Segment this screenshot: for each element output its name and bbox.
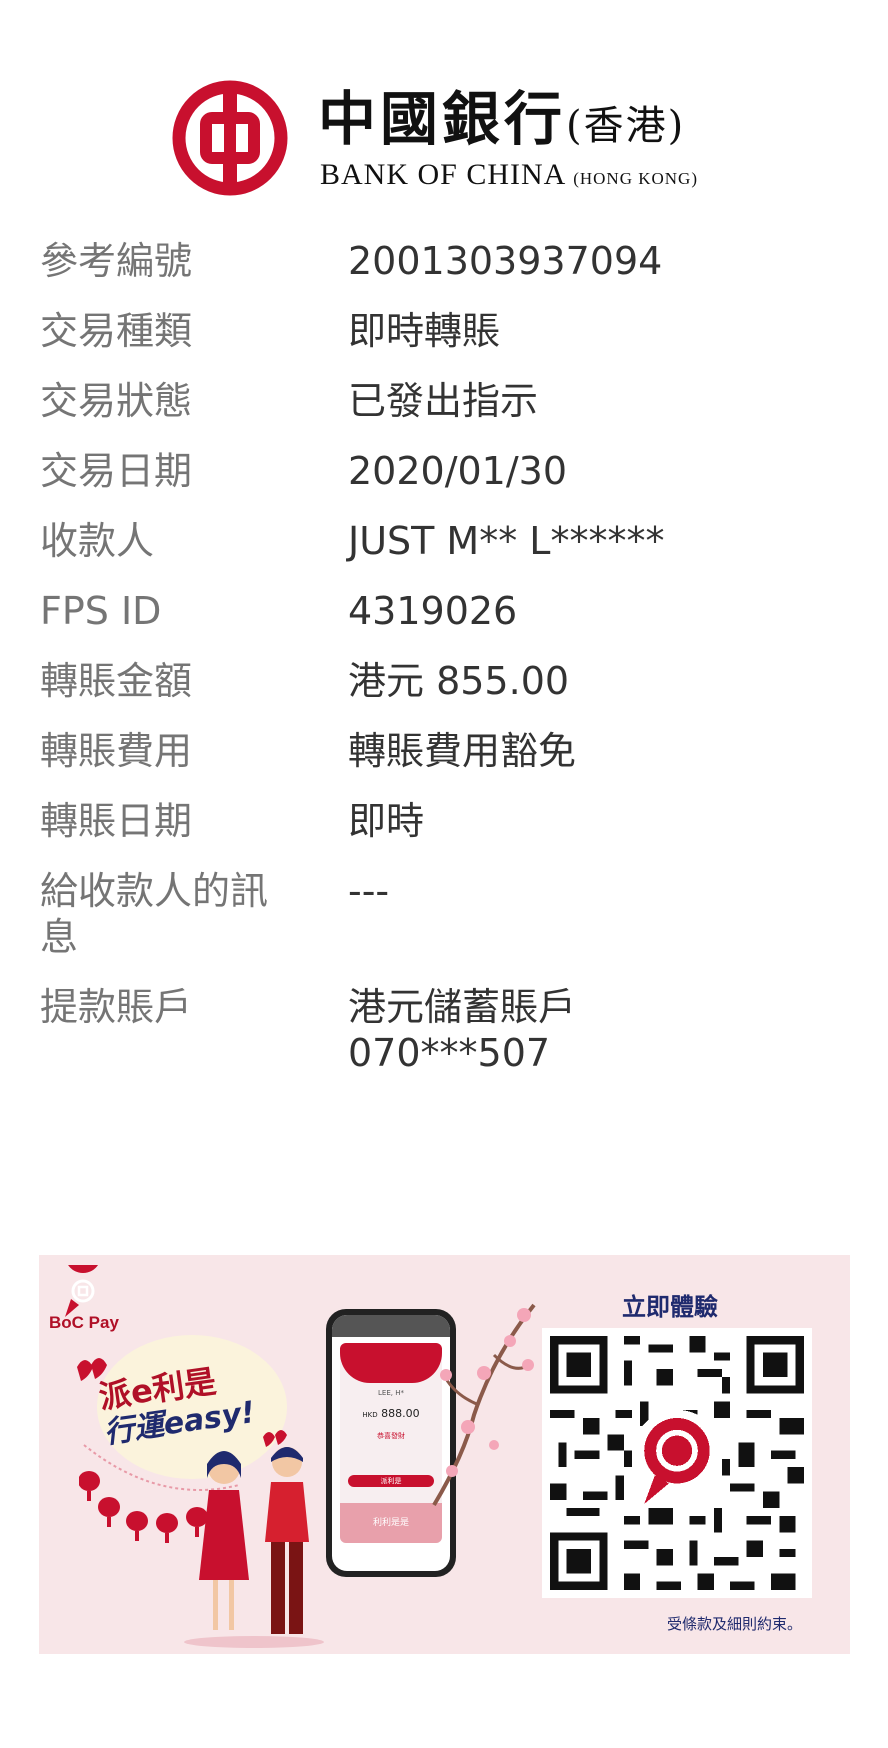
bank-name-en-region: (HONG KONG) <box>573 169 698 188</box>
bank-name-en: BANK OF CHINA <box>320 158 565 191</box>
detail-value: 轉賬費用豁免 <box>348 729 577 773</box>
detail-value: 即時 <box>348 799 425 843</box>
detail-value: 港元 855.00 <box>348 659 570 703</box>
qr-code-icon[interactable] <box>542 1328 812 1598</box>
account-type: 港元儲蓄賬戶 <box>348 985 577 1029</box>
detail-label: 參考編號 <box>40 239 193 283</box>
couple-illustration <box>184 1447 324 1648</box>
detail-label: 轉賬金額 <box>40 659 193 703</box>
detail-value: 已發出指示 <box>348 379 539 423</box>
detail-value: --- <box>348 869 390 913</box>
terms-notice: 受條款及細則約束。 <box>667 1615 803 1633</box>
detail-label: 收款人 <box>40 519 155 563</box>
account-number: 070***507 <box>348 1031 551 1075</box>
phone-amount-currency: HKD <box>362 1411 378 1419</box>
detail-label: 轉賬日期 <box>40 799 193 843</box>
bank-name-cn-region: (香港) <box>566 103 686 149</box>
promo-banner[interactable]: BoC Pay 派e利是 行運easy! LEE, H* HKD 888.00 … <box>39 1255 850 1654</box>
bank-logo: 中國銀行(香港) BANK OF CHINA (HONG KONG) <box>170 72 730 202</box>
detail-label: FPS ID <box>40 589 162 633</box>
boc-logo-icon <box>172 80 288 196</box>
detail-value: 2020/01/30 <box>348 449 568 493</box>
bank-name-chinese: 中國銀行(香港) <box>318 72 685 156</box>
detail-label: 提款賬戶 <box>40 985 193 1029</box>
detail-value: 港元儲蓄賬戶 070***507 <box>348 984 828 1076</box>
phone-amount-value: 888.00 <box>381 1407 420 1420</box>
bank-name-english: BANK OF CHINA (HONG KONG) <box>320 158 698 192</box>
bank-name-cn: 中國銀行 <box>318 85 567 153</box>
detail-value: 4319026 <box>348 589 518 633</box>
plum-blossom-icon <box>432 1303 536 1507</box>
qr-title: 立即體驗 <box>622 1293 718 1321</box>
detail-label: 交易狀態 <box>40 379 193 423</box>
detail-label: 交易日期 <box>40 449 193 493</box>
detail-value: 即時轉賬 <box>348 309 501 353</box>
detail-label: 給收款人的訊息 <box>40 869 269 959</box>
phone-send-button: 派利是 <box>348 1475 434 1487</box>
detail-value: 2001303937094 <box>348 239 663 283</box>
detail-value: JUST M** L****** <box>348 519 665 563</box>
detail-label: 交易種類 <box>40 309 193 353</box>
detail-label: 轉賬費用 <box>40 729 193 773</box>
